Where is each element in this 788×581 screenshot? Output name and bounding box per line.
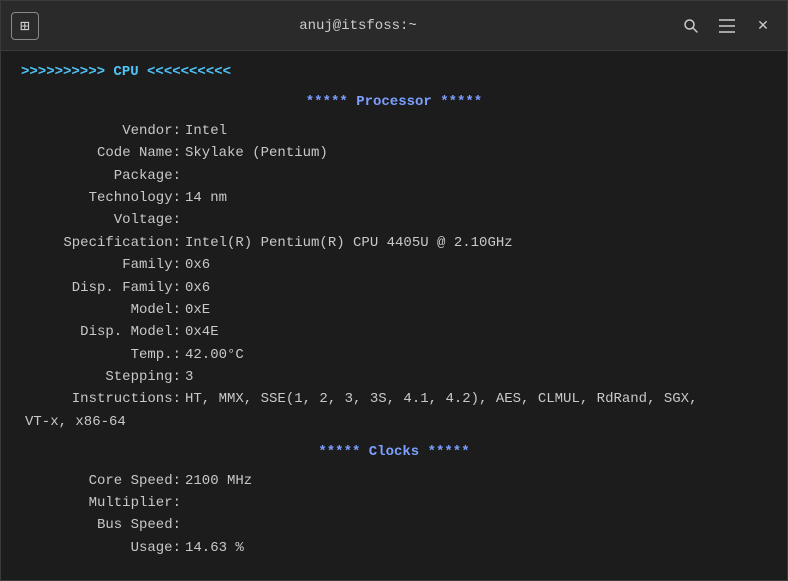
instructions-cont-value: VT-x, x86-64 [25, 411, 126, 433]
family-line: Family: 0x6 [21, 254, 767, 276]
search-button[interactable] [677, 12, 705, 40]
disp-family-label: Disp. Family: [21, 277, 181, 299]
titlebar-controls: ✕ [677, 12, 777, 40]
clocks-header: ***** Clocks ***** [21, 441, 767, 463]
terminal-window: ⊞ anuj@itsfoss:~ ✕ [0, 0, 788, 581]
new-tab-button[interactable]: ⊞ [11, 12, 39, 40]
menu-icon [719, 19, 735, 33]
core-speed-line: Core Speed: 2100 MHz [21, 470, 767, 492]
stepping-label: Stepping: [21, 366, 181, 388]
technology-label: Technology: [21, 187, 181, 209]
clocks-section: ***** Clocks ***** Core Speed: 2100 MHz … [21, 441, 767, 559]
new-tab-icon: ⊞ [20, 16, 30, 36]
disp-model-value: 0x4E [185, 321, 219, 343]
stepping-value: 3 [185, 366, 193, 388]
usage-value: 14.63 % [185, 537, 244, 559]
usage-line: Usage: 14.63 % [21, 537, 767, 559]
close-button[interactable]: ✕ [749, 12, 777, 40]
package-label: Package: [21, 165, 181, 187]
temp-label: Temp.: [21, 344, 181, 366]
temp-line: Temp.: 42.00°C [21, 344, 767, 366]
codename-label: Code Name: [21, 142, 181, 164]
instructions-line: Instructions: HT, MMX, SSE(1, 2, 3, 3S, … [21, 388, 767, 410]
spec-label: Specification: [21, 232, 181, 254]
disp-model-label: Disp. Model: [21, 321, 181, 343]
spec-line: Specification: Intel(R) Pentium(R) CPU 4… [21, 232, 767, 254]
technology-value: 14 nm [185, 187, 227, 209]
instructions-cont-line: VT-x, x86-64 [21, 411, 767, 433]
spec-value: Intel(R) Pentium(R) CPU 4405U @ 2.10GHz [185, 232, 513, 254]
core-speed-value: 2100 MHz [185, 470, 252, 492]
close-icon: ✕ [757, 17, 769, 34]
vendor-value: Intel [185, 120, 227, 142]
instructions-label: Instructions: [21, 388, 181, 410]
core-speed-label: Core Speed: [21, 470, 181, 492]
search-icon [683, 18, 699, 34]
codename-value: Skylake (Pentium) [185, 142, 328, 164]
multiplier-line: Multiplier: [21, 492, 767, 514]
instructions-value: HT, MMX, SSE(1, 2, 3, 3S, 4.1, 4.2), AES… [185, 388, 697, 410]
cpu-header: >>>>>>>>>> CPU <<<<<<<<<< [21, 61, 767, 83]
titlebar-left: ⊞ [11, 12, 39, 40]
stepping-line: Stepping: 3 [21, 366, 767, 388]
model-line: Model: 0xE [21, 299, 767, 321]
technology-line: Technology: 14 nm [21, 187, 767, 209]
disp-family-value: 0x6 [185, 277, 210, 299]
package-line: Package: [21, 165, 767, 187]
voltage-line: Voltage: [21, 209, 767, 231]
bus-speed-line: Bus Speed: [21, 514, 767, 536]
model-value: 0xE [185, 299, 210, 321]
vendor-label: Vendor: [21, 120, 181, 142]
titlebar: ⊞ anuj@itsfoss:~ ✕ [1, 1, 787, 51]
model-label: Model: [21, 299, 181, 321]
menu-button[interactable] [713, 12, 741, 40]
voltage-label: Voltage: [21, 209, 181, 231]
multiplier-label: Multiplier: [21, 492, 181, 514]
codename-line: Code Name: Skylake (Pentium) [21, 142, 767, 164]
terminal-content: >>>>>>>>>> CPU <<<<<<<<<< ***** Processo… [1, 51, 787, 580]
disp-family-line: Disp. Family: 0x6 [21, 277, 767, 299]
vendor-line: Vendor: Intel [21, 120, 767, 142]
temp-value: 42.00°C [185, 344, 244, 366]
disp-model-line: Disp. Model: 0x4E [21, 321, 767, 343]
usage-label: Usage: [21, 537, 181, 559]
processor-header: ***** Processor ***** [21, 91, 767, 113]
family-label: Family: [21, 254, 181, 276]
window-title: anuj@itsfoss:~ [299, 18, 417, 34]
bus-speed-label: Bus Speed: [21, 514, 181, 536]
family-value: 0x6 [185, 254, 210, 276]
